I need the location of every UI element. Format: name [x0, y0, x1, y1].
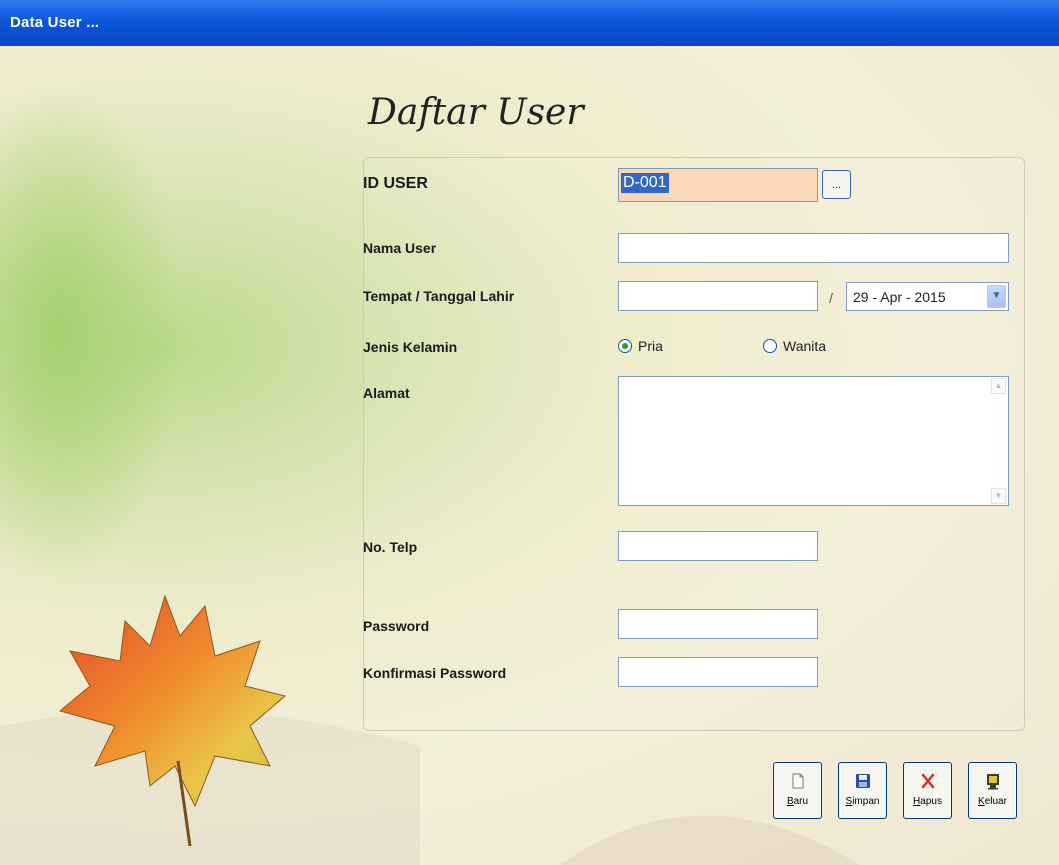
floppy-disk-icon [855, 774, 870, 788]
scroll-up-icon[interactable]: ▲ [991, 378, 1006, 394]
radio-selected-dot [622, 343, 628, 349]
tanggal-lahir-picker[interactable]: 29 - Apr - 2015 ▼ [846, 282, 1009, 311]
simpan-button[interactable]: Simpan [838, 762, 887, 819]
hapus-button[interactable]: Hapus [903, 762, 952, 819]
id-user-input[interactable]: D-001 [618, 168, 818, 202]
id-user-value: D-001 [621, 173, 669, 193]
radio-pria[interactable] [618, 339, 632, 353]
browse-id-button[interactable]: ... [822, 170, 851, 199]
id-user-label: ID USER [363, 175, 428, 192]
radio-wanita-label[interactable]: Wanita [783, 338, 826, 354]
alamat-textarea[interactable]: ▲ ▼ [618, 376, 1009, 506]
hapus-label: Hapus [913, 796, 942, 807]
alamat-scrollbar[interactable]: ▲ ▼ [990, 378, 1007, 504]
data-user-window: Data User ... Daftar User ID USER D-001 … [0, 0, 1059, 865]
delete-x-icon [921, 773, 934, 789]
tempat-lahir-input[interactable] [618, 281, 818, 311]
radio-pria-label[interactable]: Pria [638, 338, 663, 354]
jenis-kelamin-label: Jenis Kelamin [363, 339, 458, 355]
radio-wanita[interactable] [763, 339, 777, 353]
nama-user-input[interactable] [618, 233, 1009, 263]
exit-door-icon [986, 774, 999, 790]
konfirmasi-password-input[interactable] [618, 657, 818, 687]
scroll-down-icon[interactable]: ▼ [991, 488, 1006, 504]
date-separator: / [829, 290, 833, 306]
keluar-label: Keluar [978, 796, 1007, 807]
title-bar[interactable]: Data User ... [0, 0, 1059, 46]
password-label: Password [363, 618, 430, 634]
tanggal-lahir-value: 29 - Apr - 2015 [853, 289, 946, 305]
chevron-down-icon[interactable]: ▼ [987, 285, 1006, 308]
nama-user-label: Nama User [363, 240, 437, 256]
alamat-label: Alamat [363, 385, 410, 401]
new-document-icon [792, 773, 803, 789]
form-heading: Daftar User [368, 92, 584, 133]
simpan-label: Simpan [845, 796, 880, 807]
password-input[interactable] [618, 609, 818, 639]
window-title: Data User ... [10, 14, 100, 31]
baru-label: Baru [786, 796, 809, 807]
baru-button[interactable]: Baru [773, 762, 822, 819]
tempat-tanggal-lahir-label: Tempat / Tanggal Lahir [363, 288, 515, 304]
konfirmasi-password-label: Konfirmasi Password [363, 665, 507, 681]
no-telp-input[interactable] [618, 531, 818, 561]
keluar-button[interactable]: Keluar [968, 762, 1017, 819]
no-telp-label: No. Telp [363, 539, 418, 555]
